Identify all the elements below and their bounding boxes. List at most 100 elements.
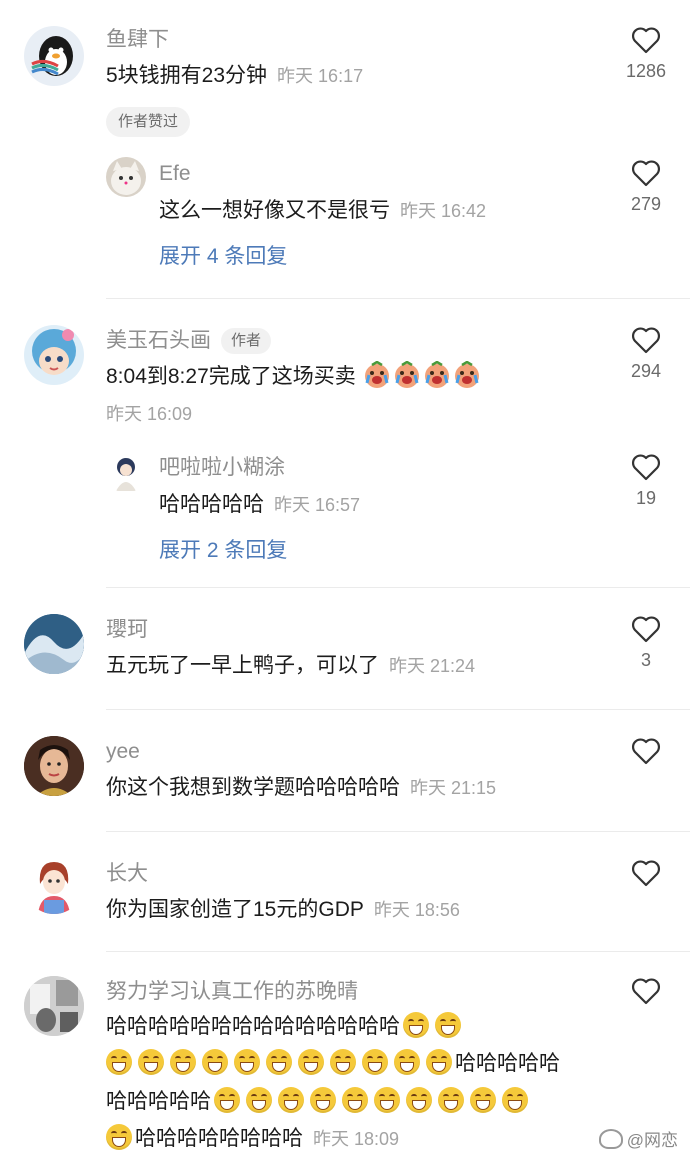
comment-body: 哈哈哈哈哈 [106,1090,211,1113]
reply-like-button[interactable]: 19 [606,453,686,509]
grinning-face-icon [138,1049,164,1075]
grinning-face-icon [310,1087,336,1113]
reply-avatar[interactable] [106,157,146,197]
comment-username[interactable]: 长大 [106,861,148,887]
comment-text: 8:04到8:27完成了这场买卖 [106,360,482,392]
reply-username[interactable]: 吧啦啦小糊涂 [159,455,285,481]
author-liked-badge: 作者赞过 [106,107,191,137]
grinning-face-icon [170,1049,196,1075]
grinning-face-icon [298,1049,324,1075]
reply-like-button[interactable]: 279 [606,159,686,215]
watermark: @网恋 [598,1126,678,1151]
comment-username[interactable]: yee [106,739,140,765]
comment-body: 哈哈哈哈哈哈哈哈 [135,1127,303,1150]
avatar[interactable] [24,854,84,914]
expand-replies-link[interactable]: 展开 2 条回复 [159,538,287,564]
like-count: 3 [640,650,651,670]
reply-username[interactable]: Efe [159,161,191,187]
heart-outline-icon [632,978,660,1005]
comment-username[interactable]: 瓔珂 [106,617,148,643]
avatar[interactable] [24,26,84,86]
reply-avatar[interactable] [106,453,146,493]
comment-body: 哈哈哈哈哈 [455,1052,560,1075]
reply-text: 哈哈哈哈哈 昨天 16:57 [159,490,360,520]
avatar[interactable] [24,736,84,796]
heart-outline-icon [632,616,660,643]
grinning-face-icon [106,1124,132,1150]
like-count: 1286 [625,61,667,81]
comment-body: 你这个我想到数学题哈哈哈哈哈 [106,776,400,799]
grinning-face-icon [202,1049,228,1075]
watermark-text: @网恋 [626,1131,678,1150]
comment-time: 昨天 16:09 [106,404,193,424]
like-count: 279 [630,194,662,214]
grinning-face-icon [470,1087,496,1113]
reply-time: 昨天 16:42 [400,201,487,221]
like-button[interactable]: 3 [606,615,686,671]
grinning-face-icon [342,1087,368,1113]
comment-username[interactable]: 鱼肆下 [106,27,169,53]
grinning-face-icon [426,1049,452,1075]
crying-face-icon [453,360,481,389]
reply-time: 昨天 16:57 [274,495,361,515]
grinning-face-icon [438,1087,464,1113]
like-button[interactable] [606,737,686,765]
grinning-face-icon [106,1049,132,1075]
avatar[interactable] [24,325,84,385]
like-count: 294 [630,361,662,381]
like-count: 19 [635,488,657,508]
heart-outline-icon [632,860,660,887]
comment-text-line: 哈哈哈哈哈哈哈哈哈哈哈哈哈哈 [106,1012,464,1042]
expand-replies-link[interactable]: 展开 4 条回复 [159,244,287,270]
avatar[interactable] [24,614,84,674]
comment-text-line: 哈哈哈哈哈哈哈哈 昨天 18:09 [103,1124,399,1154]
grinning-face-icon [374,1087,400,1113]
like-button[interactable] [606,859,686,887]
grinning-face-icon [214,1087,240,1113]
comment-item: 瓔珂 五元玩了一早上鸭子，可以了 昨天 21:24 3 [0,588,690,708]
heart-outline-icon [632,27,660,54]
comment-text: 五元玩了一早上鸭子，可以了 昨天 21:24 [106,651,475,681]
like-button[interactable]: 294 [606,326,686,382]
grinning-face-icon [403,1012,429,1038]
weibo-logo-icon [598,1129,623,1149]
comment-body: 你为国家创造了15元的GDP [106,898,364,921]
comment-item: 长大 你为国家创造了15元的GDP 昨天 18:56 [0,832,690,950]
comment-username[interactable]: 努力学习认真工作的苏晚晴 [106,979,358,1005]
comment-body: 5块钱拥有23分钟 [106,64,268,87]
reply-body: 哈哈哈哈哈 [159,493,264,516]
comment-time: 昨天 18:09 [313,1129,400,1149]
crying-face-icon [393,360,421,389]
heart-outline-icon [632,327,660,354]
author-tag: 作者 [221,328,272,354]
reply-body: 这么一想好像又不是很亏 [159,199,390,222]
grinning-face-icon [266,1049,292,1075]
comment-text-line: 哈哈哈哈哈 [106,1087,531,1117]
comment-time: 昨天 16:17 [277,66,364,86]
grinning-face-icon [234,1049,260,1075]
comment-text: 你这个我想到数学题哈哈哈哈哈 昨天 21:15 [106,773,496,803]
comment-text: 5块钱拥有23分钟 昨天 16:17 [106,61,363,91]
comment-username-text[interactable]: 美玉石头画 [106,329,211,352]
crying-face-icon [423,360,451,389]
comment-time: 昨天 21:15 [410,778,497,798]
comment-time: 昨天 18:56 [373,900,460,920]
crying-face-icon [363,360,391,389]
reply-text: 这么一想好像又不是很亏 昨天 16:42 [159,196,486,226]
grinning-face-icon [406,1087,432,1113]
heart-outline-icon [632,454,660,481]
grinning-face-icon [502,1087,528,1113]
grinning-face-icon [394,1049,420,1075]
avatar[interactable] [24,976,84,1036]
grinning-face-icon [278,1087,304,1113]
comment-text: 你为国家创造了15元的GDP 昨天 18:56 [106,895,460,925]
grinning-face-icon [330,1049,356,1075]
like-button[interactable] [606,977,686,1005]
comment-item: yee 你这个我想到数学题哈哈哈哈哈 昨天 21:15 [0,710,690,830]
comment-time-line: 昨天 16:09 [106,401,192,427]
heart-outline-icon [632,738,660,765]
comment-body: 五元玩了一早上鸭子，可以了 [106,654,379,677]
like-button[interactable]: 1286 [606,26,686,82]
comment-time: 昨天 21:24 [389,656,476,676]
comment-item: 美玉石头画 作者 8:04到8:27完成了这场买卖 昨天 16:09 294 吧啦… [0,299,690,587]
